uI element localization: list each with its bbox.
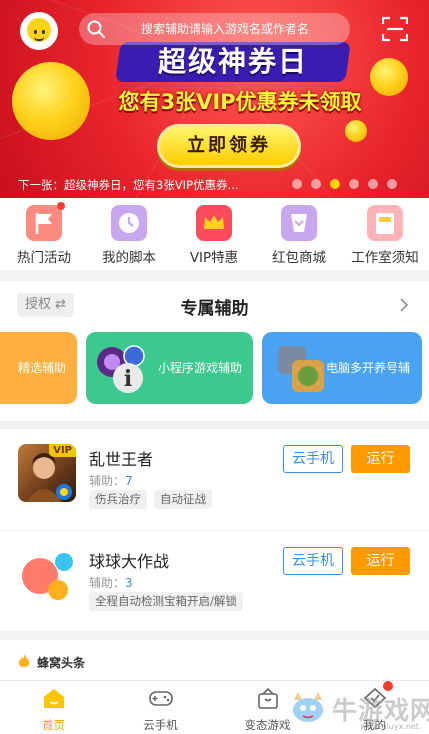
quick-item-label: 热门活动 [17, 250, 71, 266]
carousel-dots [292, 179, 397, 189]
promo-banner[interactable]: 超级神券日 您有3张VIP优惠券未领取 立即领券 下一张：超级神券日，您有3张V… [0, 0, 429, 198]
carousel-dot[interactable] [368, 179, 378, 189]
headlines-section[interactable]: 蜂窝头条 [0, 640, 429, 680]
quick-item-label: VIP特惠 [189, 250, 239, 266]
miniprogram-icon: i [97, 345, 145, 393]
coin-decoration [12, 62, 90, 140]
card-miniprogram-helpers[interactable]: i 小程序游戏辅助 [86, 332, 253, 404]
carousel-dot[interactable] [311, 179, 321, 189]
quick-item-vip-deals[interactable]: VIP特惠 [174, 205, 254, 266]
run-button[interactable]: 运行 [351, 547, 410, 575]
quick-menu: 热门活动 我的脚本 VIP特惠 红包商城 工作室须知 [0, 198, 429, 270]
card-label: 电脑多开养号辅 [326, 361, 411, 375]
watermark-url: www.niuyx.net [360, 722, 419, 731]
coin-decoration [345, 120, 367, 142]
tab-label: 云手机 [143, 718, 178, 732]
quick-item-my-scripts[interactable]: 我的脚本 [89, 205, 169, 266]
scan-icon[interactable] [382, 16, 408, 42]
home-icon [43, 689, 64, 708]
game-row[interactable]: VIP 乱世王者 辅助：7 伤兵治疗 自动征战 云手机 运行 [0, 429, 429, 530]
mouth-shape [34, 37, 44, 41]
quick-item-label: 工作室须知 [351, 250, 419, 266]
feature-tags: 全程自动检测宝箱开启/解锁 [89, 592, 243, 611]
cup-icon [281, 205, 317, 241]
carousel-dot[interactable] [387, 179, 397, 189]
avatar[interactable] [20, 12, 58, 50]
tab-cloud-phone[interactable]: 云手机 [107, 681, 214, 734]
exclusive-section: 授权 ⇄ 专属辅助 精选辅助 i 小程序游戏辅助 电脑多开养号辅 [0, 281, 429, 421]
feature-tag: 自动征战 [154, 490, 212, 509]
search-icon [87, 20, 105, 38]
banner-ticker: 下一张：超级神券日，您有3张VIP优惠券... [18, 178, 239, 192]
quick-item-studio-notice[interactable]: 工作室须知 [345, 205, 425, 266]
headlines-title: 蜂窝头条 [37, 656, 86, 670]
card-label: 小程序游戏辅助 [158, 361, 243, 375]
flame-icon [18, 654, 30, 667]
search-input[interactable]: 搜索辅助请输入游戏名或作者名 [79, 13, 350, 45]
card-pc-multi-account[interactable]: 电脑多开养号辅 [262, 332, 422, 404]
carousel-dot[interactable] [292, 179, 302, 189]
cloud-phone-button[interactable]: 云手机 [283, 547, 343, 575]
feature-tags: 伤兵治疗 自动征战 [89, 490, 212, 509]
game-name: 乱世王者 [89, 450, 154, 469]
gamepad-icon [148, 691, 173, 706]
banner-subhead: 您有3张VIP优惠券未领取 [118, 90, 362, 114]
game-icon [18, 546, 76, 604]
quick-item-label: 红包商城 [272, 250, 326, 266]
chevron-right-icon[interactable] [399, 298, 409, 312]
game-thumbnails-icon [278, 346, 324, 392]
eye-shape [34, 30, 37, 34]
helper-count: 辅助：7 [89, 474, 133, 488]
eye-shape [42, 30, 45, 34]
site-watermark: 牛游戏网 www.niuyx.net [286, 686, 429, 734]
quick-item-hot-events[interactable]: 热门活动 [4, 202, 84, 266]
quick-item-label: 我的脚本 [102, 250, 156, 266]
carousel-dot[interactable] [349, 179, 359, 189]
flag-icon [26, 202, 65, 241]
mascot-logo [293, 692, 323, 722]
claim-coupon-button[interactable]: 立即领券 [157, 124, 301, 168]
notification-dot [57, 202, 65, 210]
svg-text:i: i [124, 366, 132, 392]
gift-icon [257, 687, 278, 709]
card-label: 精选辅助 [18, 361, 67, 375]
smiley-icon [27, 18, 51, 42]
feature-tag: 伤兵治疗 [89, 490, 147, 509]
app-root: 超级神券日 您有3张VIP优惠券未领取 立即领券 下一张：超级神券日，您有3张V… [0, 0, 429, 734]
search-placeholder: 搜索辅助请输入游戏名或作者名 [141, 22, 310, 36]
feature-tag: 全程自动检测宝箱开启/解锁 [89, 592, 243, 611]
clock-icon [111, 205, 147, 241]
carousel-dot-active[interactable] [330, 179, 340, 189]
book-icon [367, 205, 403, 241]
quick-item-red-packet-mall[interactable]: 红包商城 [259, 205, 339, 266]
cloud-phone-button[interactable]: 云手机 [283, 445, 343, 473]
banner-headline: 超级神券日 [115, 42, 351, 82]
vip-badge: VIP [49, 444, 76, 457]
section-title: 专属辅助 [180, 299, 249, 319]
game-row[interactable]: 球球大作战 辅助：3 全程自动检测宝箱开启/解锁 云手机 运行 [0, 530, 429, 631]
run-button[interactable]: 运行 [351, 445, 410, 473]
crown-icon [196, 205, 232, 241]
game-list: VIP 乱世王者 辅助：7 伤兵治疗 自动征战 云手机 运行 球球大作战 辅助：… [0, 429, 429, 631]
tab-label: 首页 [42, 718, 65, 732]
card-featured-helpers[interactable]: 精选辅助 [0, 332, 77, 404]
game-icon: VIP [18, 444, 76, 502]
game-name: 球球大作战 [89, 552, 170, 571]
helper-count: 辅助：3 [89, 576, 133, 590]
tab-home[interactable]: 首页 [0, 681, 107, 734]
